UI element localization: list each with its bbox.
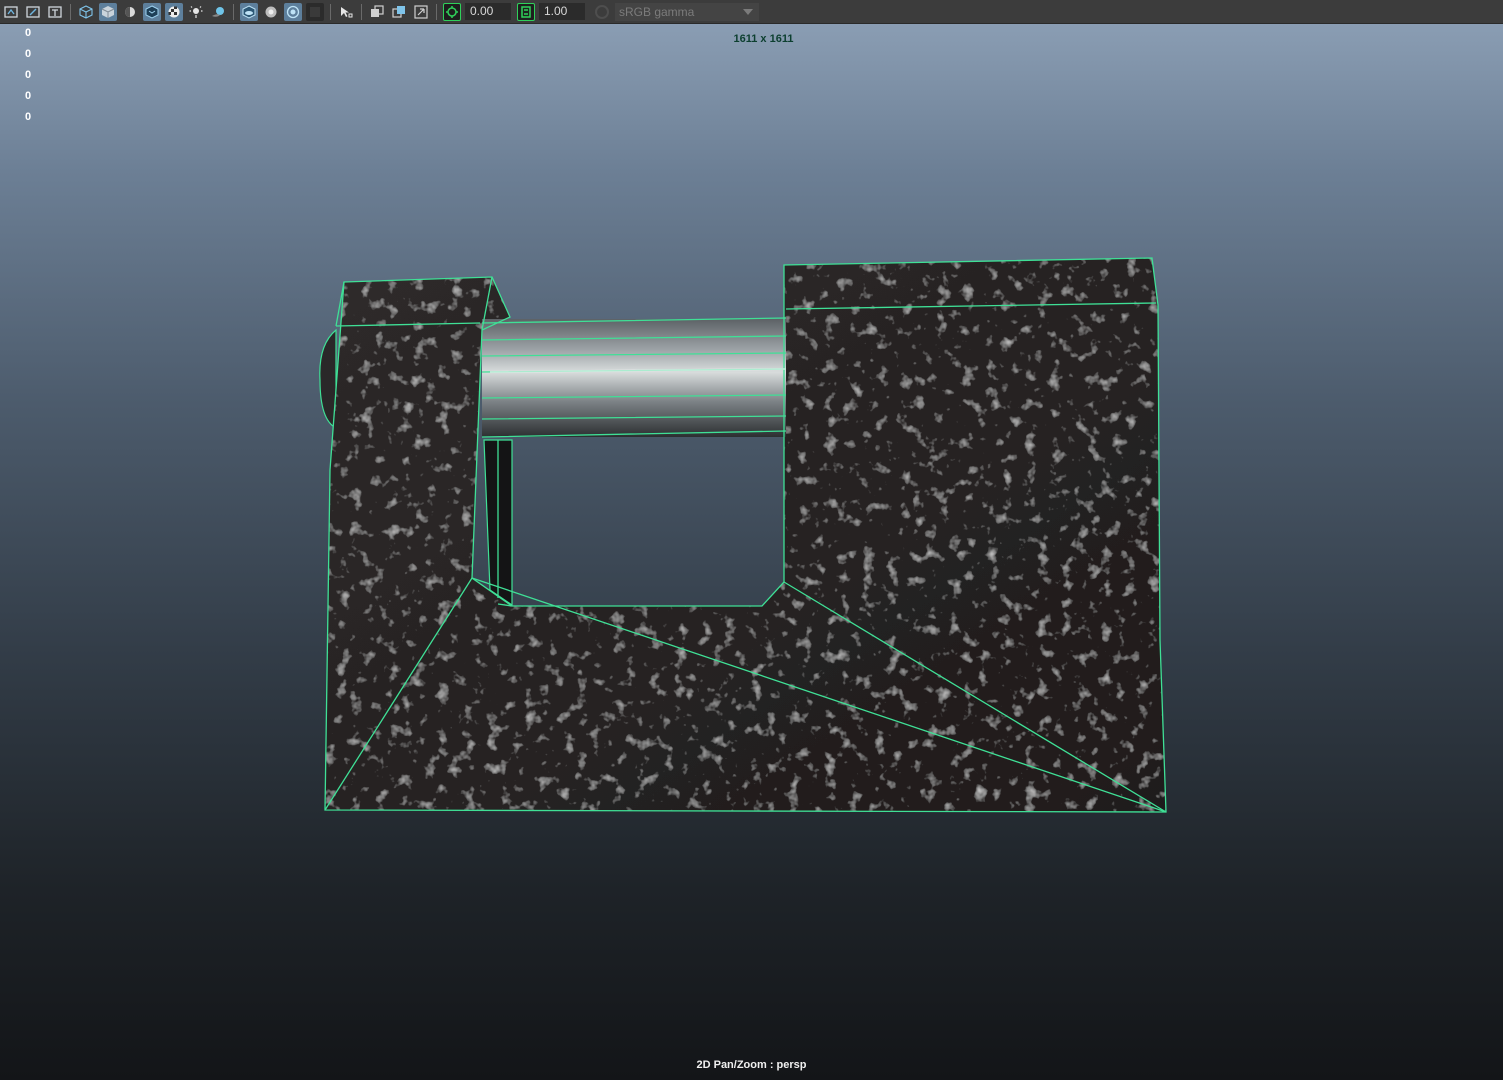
lighting-icon: [189, 5, 203, 18]
toolbar-separator: [361, 3, 362, 20]
film-gate-button[interactable]: [412, 3, 430, 21]
camera-attributes-icon: [26, 5, 40, 18]
textured-icon: [145, 4, 159, 19]
exposure-toggle-button[interactable]: [443, 2, 461, 21]
3d-viewport[interactable]: 0 0 0 0 0 1611 x 1611 2D Pan/Zoom: pers…: [0, 24, 1503, 1080]
camera-select-button[interactable]: [2, 3, 20, 21]
padlock-model[interactable]: [0, 24, 1503, 1080]
view-transform-icon: [595, 4, 609, 19]
isolate-select-icon: [341, 6, 353, 17]
smooth-shade-icon: [101, 5, 115, 18]
camera-name-label: 2D Pan/Zoom : persp: [696, 1059, 807, 1071]
shadows-icon: [212, 6, 224, 17]
xray-joints-button[interactable]: [262, 3, 280, 21]
smooth-shade-button[interactable]: [99, 2, 117, 21]
shadows-button[interactable]: [209, 3, 227, 21]
toolbar-separator: [436, 3, 437, 20]
gamma-field[interactable]: 1.00: [539, 3, 585, 20]
camera-attributes-button[interactable]: [24, 3, 42, 21]
toolbar-separator: [70, 3, 71, 20]
frame-all-icon: [371, 4, 384, 17]
frame-selected-button[interactable]: [390, 3, 408, 21]
default-lighting-icon: [125, 6, 135, 17]
exposure-field[interactable]: 0.00: [465, 3, 511, 20]
xray-active-icon: [286, 5, 300, 18]
gamma-toggle-button[interactable]: [517, 2, 535, 21]
wireframe-button[interactable]: [77, 3, 95, 21]
xray-joints-icon: [265, 6, 277, 17]
chevron-down-icon: [743, 8, 753, 15]
backface-button[interactable]: [306, 2, 324, 21]
frame-selected-icon: [392, 5, 405, 18]
film-gate-icon: [414, 4, 428, 19]
camera-select-icon: [4, 5, 18, 18]
frame-all-button[interactable]: [368, 3, 386, 21]
default-lighting-button[interactable]: [121, 3, 139, 21]
toolbar-separator: [233, 3, 234, 20]
viewport-toolbar: 0.00 1.00 sRGB gamma: [0, 0, 1503, 24]
xray-icon: [242, 4, 256, 19]
color-space-dropdown[interactable]: sRGB gamma: [615, 2, 759, 21]
grid-icon: [48, 5, 62, 18]
gamma-icon: [521, 5, 531, 18]
wireframe-icon: [79, 4, 93, 19]
exposure-icon: [446, 5, 458, 18]
isolate-select-button[interactable]: [337, 3, 355, 21]
xray-button[interactable]: [240, 2, 258, 21]
grid-button[interactable]: [46, 3, 64, 21]
backface-icon: [310, 6, 320, 17]
lighting-button[interactable]: [187, 3, 205, 21]
pin-cap: [319, 328, 337, 429]
textured-button[interactable]: [143, 2, 161, 21]
toolbar-separator: [330, 3, 331, 20]
checker-icon: [168, 6, 180, 17]
checker-button[interactable]: [165, 2, 183, 21]
xray-active-button[interactable]: [284, 2, 302, 21]
color-space-label: sRGB gamma: [619, 4, 695, 19]
